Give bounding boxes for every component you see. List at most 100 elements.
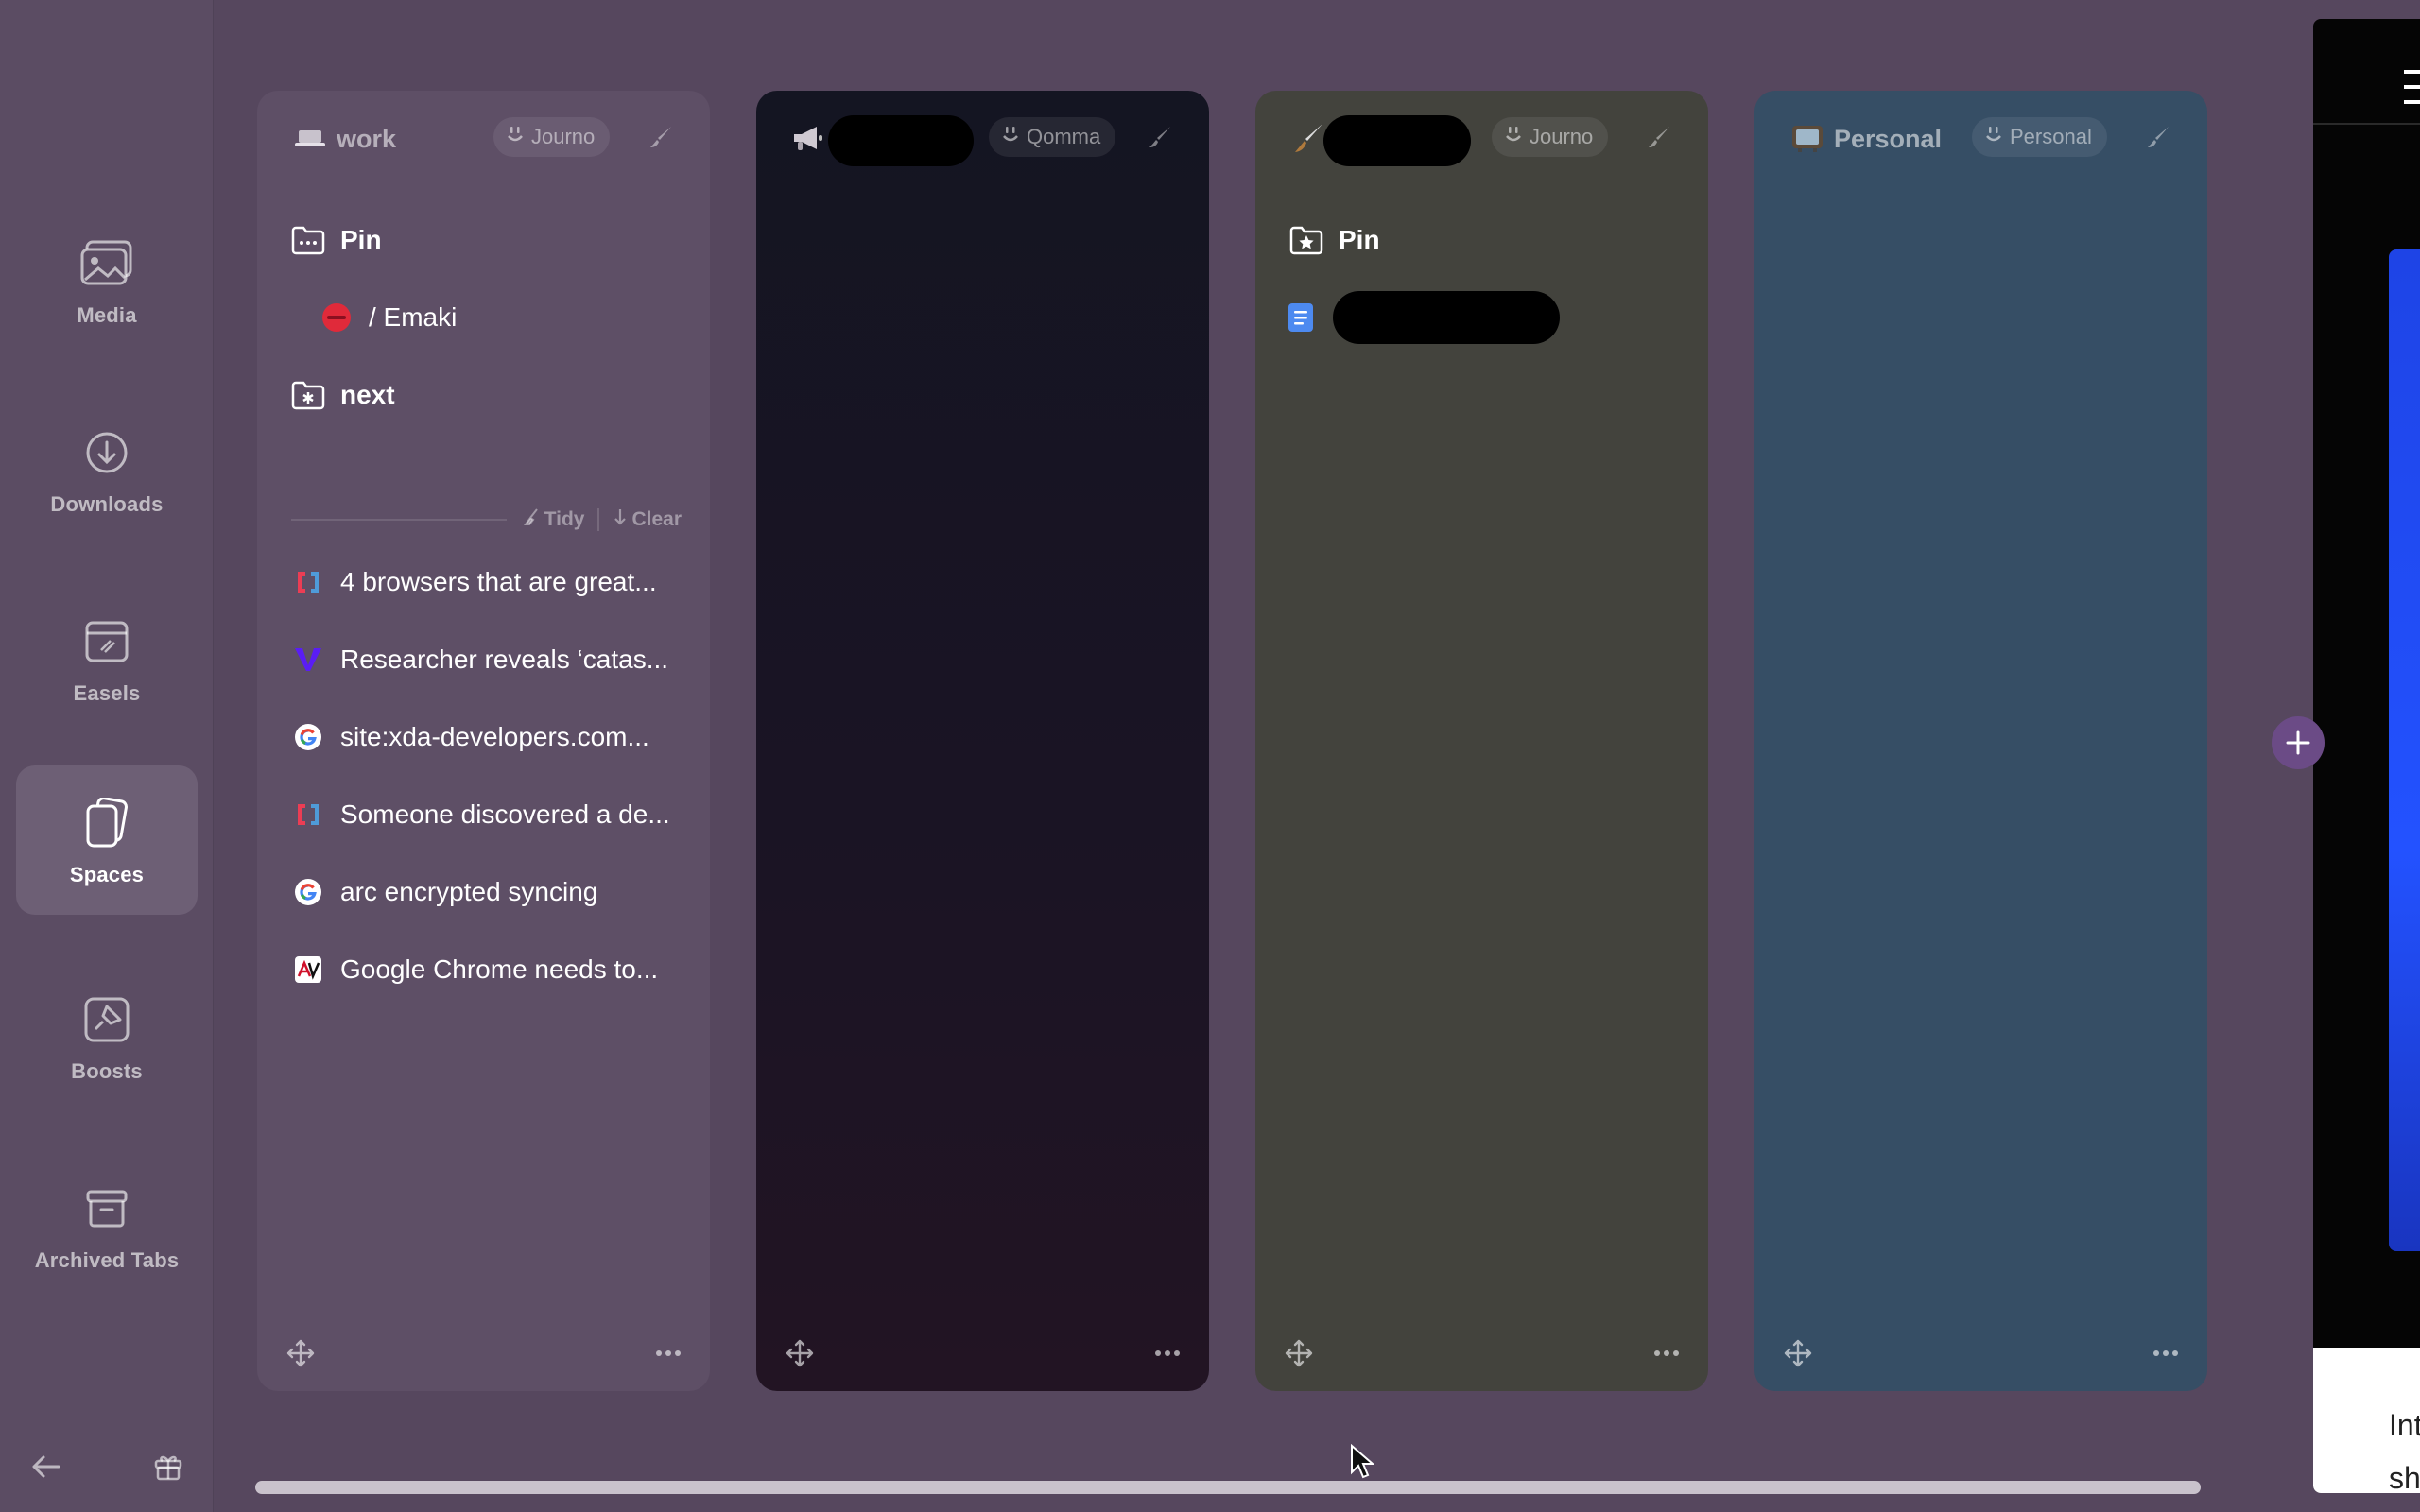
sidebar-item-media[interactable]: Media — [16, 206, 198, 355]
profile-smile-icon — [1505, 124, 1522, 150]
pinned-folder-pin[interactable]: Pin — [291, 212, 682, 268]
preview-text: Int sh — [2389, 1408, 2420, 1493]
sidebar-item-easels[interactable]: Easels — [16, 584, 198, 733]
space-header: work Journo — [257, 91, 710, 185]
paintbrush-edit-icon[interactable] — [2144, 123, 2172, 151]
paintbrush-icon — [1289, 119, 1327, 157]
gift-icon[interactable] — [149, 1448, 187, 1486]
boost-icon — [77, 989, 137, 1050]
profile-chip[interactable]: Journo — [493, 117, 611, 157]
space-title[interactable]: Personal — [1834, 125, 1942, 154]
profile-name: Personal — [2010, 125, 2092, 148]
more-options-icon[interactable] — [1650, 1336, 1684, 1370]
space-header: Journo — [1255, 91, 1708, 185]
profile-name: Journo — [531, 125, 596, 148]
pinned-tab-emaki[interactable]: / Emaki — [320, 289, 682, 346]
tab-item[interactable]: Researcher reveals ‘catas... — [291, 631, 682, 688]
docs-favicon — [1284, 301, 1318, 335]
emaki-favicon — [320, 301, 354, 335]
sidebar-item-downloads[interactable]: Downloads — [16, 395, 198, 544]
redacted-title — [828, 115, 974, 166]
tab-item[interactable]: arc encrypted syncing — [291, 864, 682, 920]
spaces-icon — [77, 793, 137, 853]
space-header: Qomma — [756, 91, 1209, 185]
easel-icon — [77, 611, 137, 672]
space-header: Personal Personal — [1754, 91, 2207, 185]
google-favicon — [291, 720, 325, 754]
sidebar-item-label: Archived Tabs — [34, 1248, 180, 1272]
tab-item[interactable]: 4 browsers that are great... — [291, 554, 682, 610]
profile-name: Journo — [1530, 125, 1594, 148]
arrow-left-icon[interactable] — [26, 1448, 64, 1486]
preview-toolbar — [2313, 19, 2420, 125]
profile-name: Qomma — [1027, 125, 1101, 148]
sidebar: Media Downloads Easels Spaces Boosts Arc… — [0, 0, 214, 1512]
sidebar-item-label: Spaces — [69, 863, 145, 886]
folder-star-icon — [1289, 223, 1323, 257]
pinned-folder-next[interactable]: next — [291, 367, 682, 423]
sidebar-item-archived-tabs[interactable]: Archived Tabs — [16, 1151, 198, 1300]
more-options-icon[interactable] — [2149, 1336, 2183, 1370]
horizontal-scrollbar[interactable] — [255, 1481, 2201, 1494]
arrow-down-icon — [613, 507, 628, 532]
profile-smile-icon — [1002, 124, 1019, 150]
profile-chip[interactable]: Journo — [1492, 117, 1609, 157]
xda-favicon — [291, 798, 325, 832]
menu-icon[interactable] — [2404, 68, 2420, 111]
divider-line — [291, 519, 507, 521]
sidebar-item-label: Boosts — [71, 1059, 143, 1083]
move-icon[interactable] — [783, 1336, 817, 1370]
folder-dots-icon — [291, 223, 325, 257]
profile-chip[interactable]: Qomma — [989, 117, 1116, 157]
space-card-qomma[interactable]: Qomma — [756, 91, 1209, 1391]
tab-item[interactable]: Google Chrome needs to... — [291, 941, 682, 998]
more-options-icon[interactable] — [651, 1336, 685, 1370]
archive-icon — [77, 1178, 137, 1239]
pinned-folder-pin[interactable]: Pin — [1289, 212, 1680, 268]
redacted-tab-title — [1333, 291, 1560, 344]
laptop-icon — [291, 119, 329, 157]
media-icon — [77, 233, 137, 294]
move-icon[interactable] — [1781, 1336, 1815, 1370]
browser-preview[interactable]: Int sh — [2313, 19, 2420, 1493]
move-icon[interactable] — [1282, 1336, 1316, 1370]
folder-asterisk-icon — [291, 378, 325, 412]
paintbrush-edit-icon[interactable] — [1146, 123, 1174, 151]
tv-icon — [1789, 119, 1826, 157]
space-card-personal[interactable]: Personal Personal — [1754, 91, 2207, 1391]
pinned-tab-docs[interactable] — [1284, 289, 1680, 346]
preview-image — [2389, 249, 2420, 1251]
paintbrush-edit-icon[interactable] — [647, 123, 675, 151]
profile-smile-icon — [1985, 124, 2002, 150]
space-card-journo[interactable]: Journo Pin — [1255, 91, 1708, 1391]
mouse-cursor-icon — [1350, 1443, 1375, 1485]
xda-favicon — [291, 565, 325, 599]
megaphone-icon — [788, 119, 826, 157]
tab-item[interactable]: Someone discovered a de... — [291, 786, 682, 843]
download-icon — [77, 422, 137, 483]
tab-item[interactable]: site:xda-developers.com... — [291, 709, 682, 765]
today-divider: Tidy Clear — [291, 503, 682, 537]
androidpolice-favicon — [291, 953, 325, 987]
add-space-button[interactable] — [2272, 716, 2325, 769]
space-title[interactable]: work — [337, 125, 396, 154]
clear-button[interactable]: Clear — [613, 507, 682, 532]
paintbrush-edit-icon[interactable] — [1645, 123, 1673, 151]
more-options-icon[interactable] — [1150, 1336, 1184, 1370]
broom-icon — [522, 507, 541, 532]
sidebar-item-label: Media — [77, 303, 137, 327]
redacted-title — [1323, 115, 1471, 166]
sidebar-item-spaces[interactable]: Spaces — [16, 765, 198, 915]
plus-icon — [2286, 730, 2310, 755]
space-card-work[interactable]: work Journo Pin / Emaki next Tidy Clear — [257, 91, 710, 1391]
sidebar-item-label: Easels — [73, 681, 141, 705]
tidy-button[interactable]: Tidy — [522, 507, 584, 532]
move-icon[interactable] — [284, 1336, 318, 1370]
sidebar-item-boosts[interactable]: Boosts — [16, 962, 198, 1111]
profile-chip[interactable]: Personal — [1972, 117, 2107, 157]
verge-favicon — [291, 643, 325, 677]
sidebar-item-label: Downloads — [50, 492, 164, 516]
profile-smile-icon — [507, 124, 524, 150]
google-favicon — [291, 875, 325, 909]
divider-separator — [597, 508, 600, 531]
